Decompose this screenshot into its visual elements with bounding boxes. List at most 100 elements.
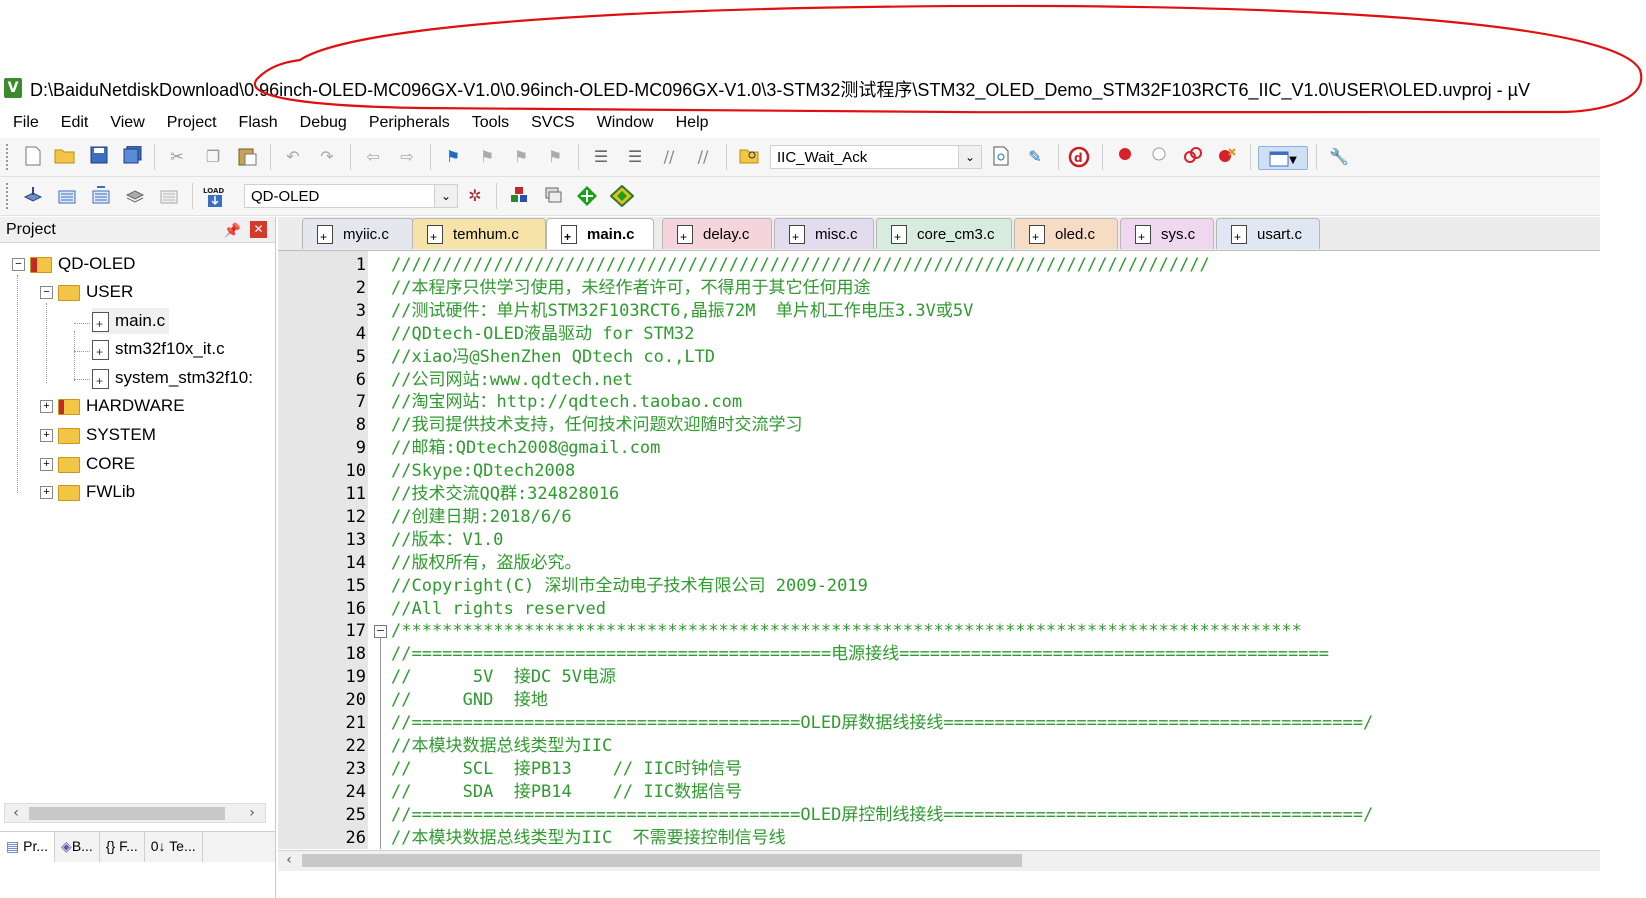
tree-group-core[interactable]: + CORE [40,451,135,477]
menu-window[interactable]: Window [586,114,665,132]
comment-icon[interactable]: // [658,146,680,168]
code-line[interactable]: 15 //Copyright(C) 深圳市全动电子技术有限公司 2009-2019 [278,575,1600,598]
manage-project-items-icon[interactable] [542,185,564,207]
code-line[interactable]: 24 // SDA 接PB14 // IIC数据信号 [278,781,1600,804]
tab-books[interactable]: ◈B... [55,832,100,862]
editor-hscrollbar[interactable]: ‹ [278,850,1600,871]
bookmark-icon[interactable]: ⚑ [442,146,464,168]
code-line[interactable]: 17 /*************************************… [278,620,1600,643]
code-line[interactable]: 25 //====================================… [278,804,1600,827]
tree-file-stm32f10x-it[interactable]: stm32f10x_it.c [92,336,225,365]
paste-icon[interactable] [236,146,258,168]
code-line[interactable]: 18 //====================================… [278,643,1600,666]
new-file-icon[interactable] [22,146,44,168]
close-icon[interactable]: ✕ [250,221,267,238]
code-line[interactable]: 23 // SCL 接PB13 // IIC时钟信号 [278,758,1600,781]
redo-icon[interactable]: ↷ [316,146,338,168]
chevron-right-icon[interactable]: › [243,804,261,822]
clear-bookmarks-icon[interactable]: ⚑ [544,146,566,168]
tree-file-main[interactable]: main.c [92,308,170,337]
tab-oled[interactable]: oled.c [1014,218,1118,253]
menu-peripherals[interactable]: Peripherals [358,114,461,132]
code-line[interactable]: 2 //本程序只供学习使用，未经作者许可，不得用于其它任何用途 [278,277,1600,300]
tab-main[interactable]: main.c [546,218,654,253]
code-line[interactable]: 14 //版权所有，盗版必究。 [278,552,1600,575]
translate-icon[interactable] [22,185,44,207]
expand-icon[interactable]: + [40,400,53,414]
chevron-left-icon[interactable]: ‹ [280,851,298,869]
code-line[interactable]: 12 //创建日期:2018/6/6 [278,506,1600,529]
tab-sys[interactable]: sys.c [1120,218,1214,253]
find-replace-icon[interactable]: ✎ [1024,146,1046,168]
tab-usart[interactable]: usart.c [1216,218,1320,253]
toolbar-grip[interactable] [6,183,11,209]
code-line[interactable]: 16 //All rights reserved [278,598,1600,621]
code-line[interactable]: 8 //我司提供技术支持，任何技术问题欢迎随时交流学习 [278,414,1600,437]
target-options-icon[interactable]: ✲ [464,185,486,207]
tab-myiic[interactable]: myiic.c [302,218,414,253]
expand-icon[interactable]: + [40,429,53,443]
chevron-down-icon[interactable]: ⌄ [958,146,981,168]
copy-icon[interactable]: ❐ [202,146,224,168]
select-packs-icon[interactable] [576,185,598,207]
find-in-files-icon[interactable] [738,146,760,168]
nav-forward-icon[interactable]: ⇨ [396,146,418,168]
tab-core-cm3[interactable]: core_cm3.c [876,218,1012,253]
code-line[interactable]: 7 //淘宝网站：http://qdtech.taobao.com [278,391,1600,414]
next-bookmark-icon[interactable]: ⚑ [510,146,532,168]
file-extensions-icon[interactable] [508,185,530,207]
target-select[interactable]: QD-OLED ⌄ [244,184,458,208]
toolbar-grip[interactable] [6,144,11,170]
build-icon[interactable] [56,185,78,207]
code-line[interactable]: 10 //Skype:QDtech2008 [278,460,1600,483]
download-icon[interactable]: LOAD [202,185,228,207]
tab-delay[interactable]: delay.c [662,218,772,253]
scroll-thumb[interactable] [29,807,225,820]
uncomment-icon[interactable]: // [692,146,714,168]
scroll-thumb[interactable] [302,854,1022,867]
tree-group-user[interactable]: − USER [40,279,133,305]
configure-icon[interactable]: 🔧 [1328,146,1350,168]
tree-group-fwlib[interactable]: + FWLib [40,479,135,505]
code-line[interactable]: 19 // 5V 接DC 5V电源 [278,666,1600,689]
code-line[interactable]: 22 //本模块数据总线类型为IIC [278,735,1600,758]
collapse-icon[interactable]: − [12,258,25,272]
chevron-left-icon[interactable]: ‹ [7,804,25,822]
tree-group-system[interactable]: + SYSTEM [40,422,156,448]
nav-back-icon[interactable]: ⇦ [362,146,384,168]
pack-installer-icon[interactable] [609,184,635,208]
menu-file[interactable]: File [0,114,50,132]
tree-file-system-stm32f10x[interactable]: system_stm32f10: [92,365,253,394]
tab-project[interactable]: ▤ Pr... [0,832,56,862]
tab-temhum[interactable]: temhum.c [412,218,546,253]
incremental-find-icon[interactable] [990,146,1012,168]
menu-flash[interactable]: Flash [228,114,289,132]
save-all-icon[interactable] [122,145,144,168]
cut-icon[interactable]: ✂ [166,146,188,168]
indent-icon[interactable]: ☰ [590,146,612,168]
tab-functions[interactable]: {} F... [100,832,145,862]
code-line[interactable]: 21 //====================================… [278,712,1600,735]
save-icon[interactable] [88,146,110,168]
open-folder-icon[interactable] [54,146,76,168]
kill-all-breakpoints-icon[interactable] [1216,146,1238,168]
menu-debug[interactable]: Debug [289,114,358,132]
menu-edit[interactable]: Edit [50,114,100,132]
expand-icon[interactable]: + [40,458,53,472]
tree-root[interactable]: − QD-OLED [12,251,135,277]
debug-session-icon[interactable]: d [1068,146,1090,168]
menu-help[interactable]: Help [665,114,720,132]
collapse-icon[interactable]: − [40,286,53,300]
code-line[interactable]: 4 //QDtech-OLED液晶驱动 for STM32 [278,323,1600,346]
menu-project[interactable]: Project [156,114,228,132]
expand-icon[interactable]: + [40,486,53,500]
code-line[interactable]: 5 //xiao冯@ShenZhen QDtech co.,LTD [278,346,1600,369]
breakpoint-icon[interactable] [1114,146,1136,168]
code-line[interactable]: 26 //本模块数据总线类型为IIC 不需要接控制信号线 [278,827,1600,850]
code-line[interactable]: 11 //技术交流QQ群:324828016 [278,483,1600,506]
code-line[interactable]: 9 //邮箱:QDtech2008@gmail.com [278,437,1600,460]
undo-icon[interactable]: ↶ [282,146,304,168]
menu-svcs[interactable]: SVCS [520,114,586,132]
code-line[interactable]: 20 // GND 接地 [278,689,1600,712]
window-layout-icon[interactable]: ▼ [1258,146,1308,170]
